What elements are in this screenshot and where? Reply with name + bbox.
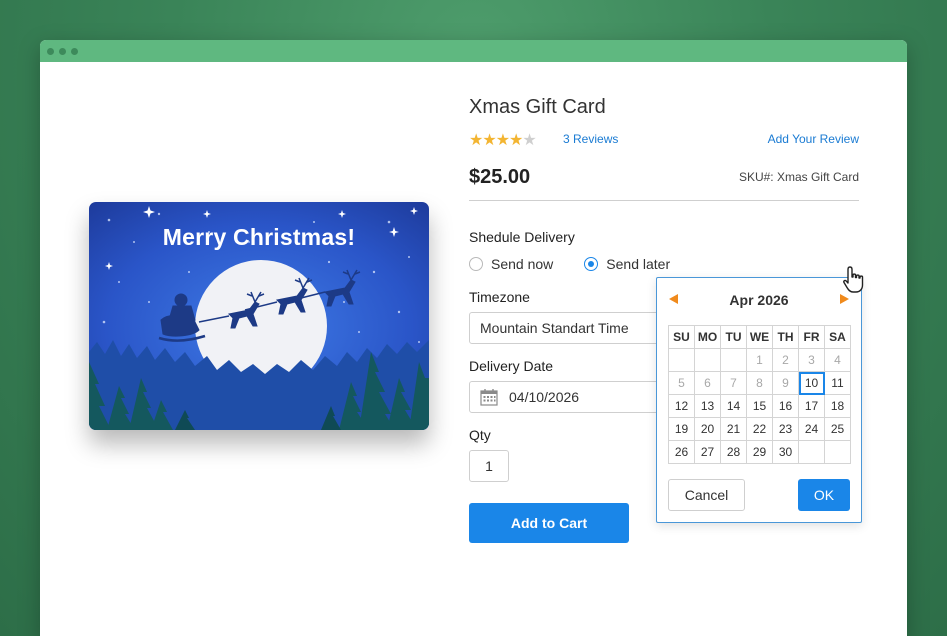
star-filled-icon[interactable]: ★ [482,132,496,149]
calendar-day[interactable]: 24 [798,417,825,441]
calendar-day[interactable]: 30 [772,440,799,464]
calendar-day[interactable]: 28 [720,440,747,464]
calendar-day[interactable]: 10 [798,371,825,395]
star-empty-icon[interactable]: ★ [522,132,536,149]
send-later-radio[interactable] [584,257,599,271]
calendar-day[interactable]: 14 [720,394,747,418]
calendar-cancel-button[interactable]: Cancel [668,479,745,511]
calendar-day[interactable]: 12 [668,394,695,418]
weekday-header: TH [772,325,799,349]
delivery-date-value: 04/10/2026 [509,389,580,405]
calendar-day[interactable]: 20 [694,417,721,441]
calendar-empty-cell [798,440,825,464]
window-dot [59,47,66,55]
calendar-day[interactable]: 25 [824,417,851,441]
calendar-empty-cell [668,348,695,372]
calendar-day[interactable]: 11 [824,371,851,395]
calendar-day: 9 [772,371,799,395]
calendar-week-row: 26 27 28 29 30 [668,440,851,464]
card-greeting: Merry Christmas! [162,224,356,250]
delivery-date-label: Delivery Date [469,358,554,374]
calendar-day[interactable]: 27 [694,440,721,464]
product-sku: SKU#: Xmas Gift Card [738,170,859,184]
send-now-label[interactable]: Send now [491,256,553,272]
calendar-day: 6 [694,371,721,395]
window-dot [47,47,54,55]
send-now-radio[interactable] [469,257,483,271]
calendar-day[interactable]: 16 [772,394,799,418]
weekday-header: SU [668,325,695,349]
qty-label: Qty [469,427,491,443]
delivery-options: Send now Send later [469,256,670,272]
weekday-header: TU [720,325,747,349]
timezone-value: Mountain Standart Time [480,320,629,336]
calendar-icon[interactable] [480,388,498,406]
hand-cursor-icon [843,266,864,293]
calendar-week-row: 19 20 21 22 23 24 25 [668,417,851,441]
weekday-header: WE [746,325,773,349]
window-titlebar [40,40,907,62]
calendar-day[interactable]: 15 [746,394,773,418]
calendar-day: 5 [668,371,695,395]
calendar-day[interactable]: 23 [772,417,799,441]
calendar-day[interactable]: 21 [720,417,747,441]
calendar-ok-button[interactable]: OK [798,479,850,511]
calendar-day[interactable]: 29 [746,440,773,464]
add-to-cart-button[interactable]: Add to Cart [469,503,629,543]
calendar-day: 2 [772,348,799,372]
calendar-day[interactable]: 18 [824,394,851,418]
calendar-empty-cell [720,348,747,372]
browser-window: Merry Christmas! Xmas Gift Card ★★★★★ 3 … [40,40,907,636]
product-price: $25.00 [469,166,531,188]
calendar-day: 7 [720,371,747,395]
calendar-week-row: 1234 [668,348,851,372]
calendar-month-label: Apr 2026 [729,292,789,308]
weekday-header: MO [694,325,721,349]
product-title: Xmas Gift Card [469,96,606,118]
calendar-day: 1 [746,348,773,372]
calendar-empty-cell [824,440,851,464]
star-filled-icon[interactable]: ★ [509,132,523,149]
schedule-delivery-label: Shedule Delivery [469,229,575,245]
weekday-header: FR [798,325,825,349]
calendar-week-row: 12 13 14 15 16 17 18 [668,394,851,418]
rating-stars[interactable]: ★★★★★ [469,130,537,150]
date-picker-popup: Apr 2026 SU MO TU WE TH FR SA 1 2 3 4 5 6 7 8 9 10 11 12 1… [656,277,862,523]
calendar-week-row: 5 6 7 8 9 10 11 [668,371,851,395]
calendar-day[interactable]: 19 [668,417,695,441]
reviews-link[interactable]: 3 Reviews [563,132,618,146]
send-later-label[interactable]: Send later [606,256,670,272]
add-review-link[interactable]: Add Your Review [768,132,859,146]
calendar-day: 8 [746,371,773,395]
star-filled-icon[interactable]: ★ [469,132,483,149]
gift-card-image: Merry Christmas! [89,202,429,430]
calendar-day[interactable]: 22 [746,417,773,441]
calendar-day[interactable]: 26 [668,440,695,464]
qty-input[interactable]: 1 [469,450,509,482]
calendar-empty-cell [694,348,721,372]
timezone-label: Timezone [469,289,530,305]
calendar-grid: SU MO TU WE TH FR SA 1 2 3 4 5 6 7 8 9 10 11 12 13 14 15 16 17… [668,325,851,464]
calendar-day: 4 [824,348,851,372]
window-dot [71,47,78,55]
calendar-day[interactable]: 17 [798,394,825,418]
weekday-header: SA [824,325,851,349]
star-filled-icon[interactable]: ★ [496,132,510,149]
calendar-day[interactable]: 13 [694,394,721,418]
next-month-arrow-icon[interactable] [840,294,849,304]
divider [469,200,859,201]
calendar-day: 3 [798,348,825,372]
